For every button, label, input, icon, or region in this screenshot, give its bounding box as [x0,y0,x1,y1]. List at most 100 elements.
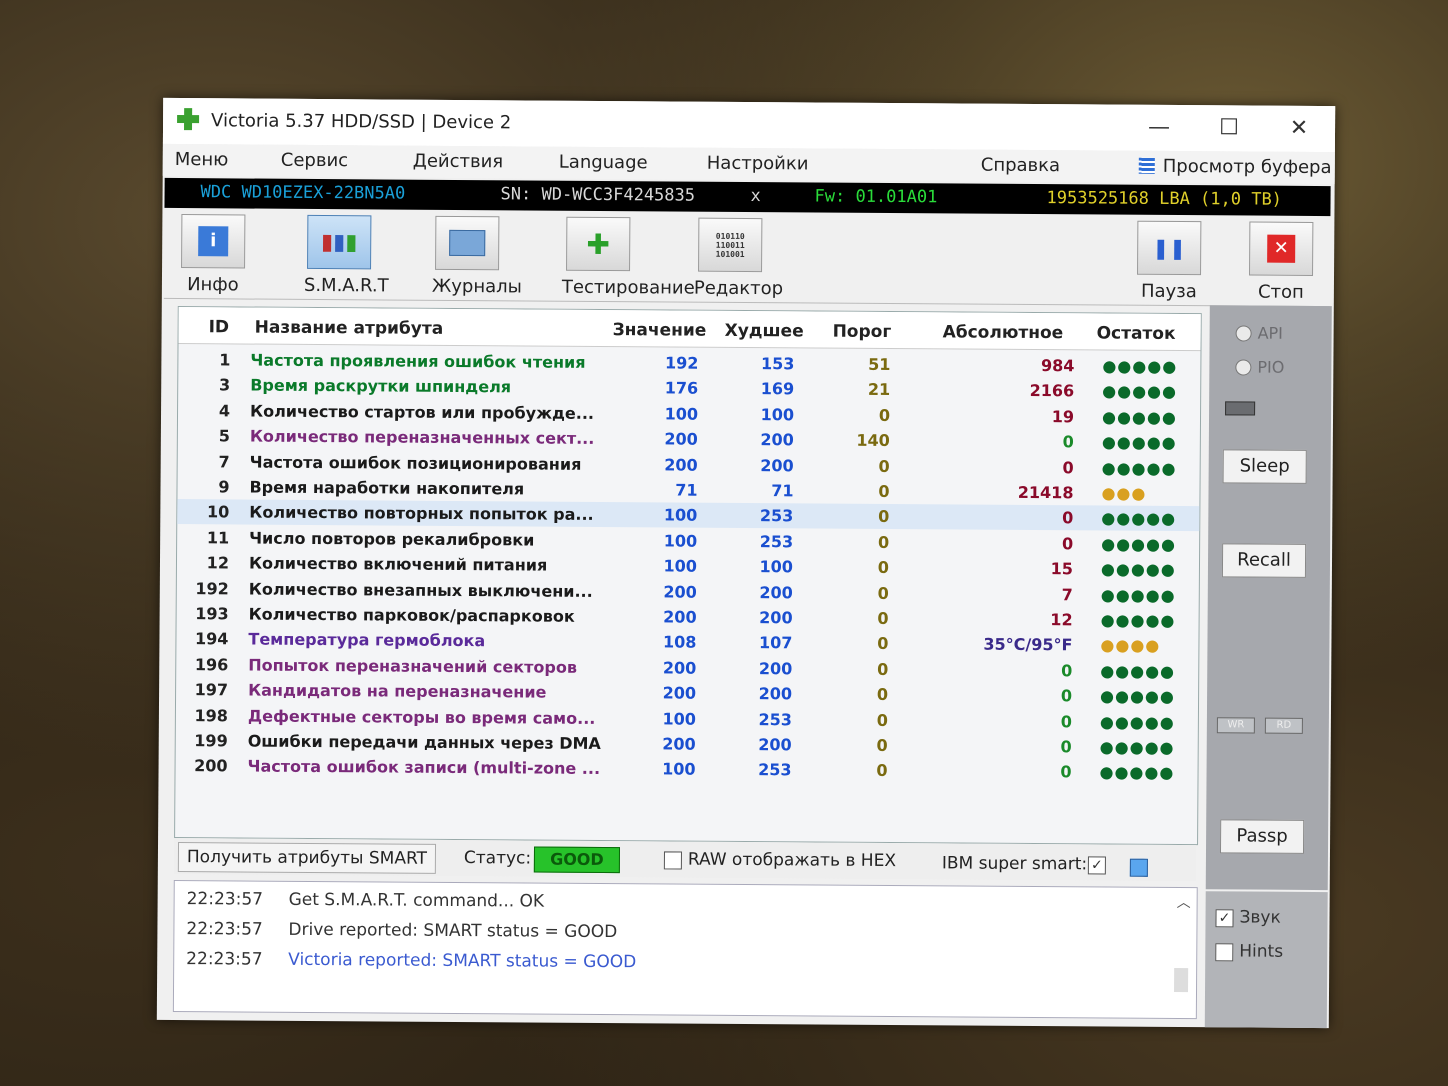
row-id: 194 [194,629,229,649]
row-worst: 169 [760,379,795,399]
info-button[interactable]: i Инфо [178,214,249,295]
row-threshold: 0 [877,608,889,628]
main-toolbar: i Инфо ▮ ▮ ▮ S.M.A.R.T Журналы ✚ Тестирова… [163,209,1331,308]
row-remaining: ●●●●● [1100,661,1176,681]
log-time: 22:23:57 [186,919,263,940]
menu-help[interactable]: Справка [981,155,1060,177]
row-id: 1 [219,350,231,370]
row-threshold: 0 [876,735,888,755]
row-raw: 984 [1040,356,1075,376]
testing-button[interactable]: ✚ Тестирование [562,216,695,299]
log-time: 22:23:57 [186,949,263,970]
ibm-smart-checkbox[interactable]: ✓ [1087,856,1106,875]
drive-x: x [750,186,761,207]
stop-button[interactable]: ✕ Стоп [1248,221,1315,303]
row-remaining: ●●●●● [1102,356,1178,377]
color-square-button[interactable] [1129,858,1148,877]
logs-label: Журналы [431,275,522,298]
menu-main[interactable]: Меню [175,149,229,170]
minimize-button[interactable]: — [1139,113,1179,143]
raw-hex-checkbox[interactable] [663,851,682,870]
menu-actions[interactable]: Действия [413,151,504,173]
row-remaining: ●●●●● [1102,381,1178,402]
log-time: 22:23:57 [186,889,264,910]
folder-icon [435,215,500,271]
row-id: 7 [218,451,230,471]
row-raw: 0 [1062,508,1074,528]
row-value: 200 [662,734,696,754]
row-value: 100 [664,404,699,424]
row-worst: 253 [759,506,794,526]
hints-checkbox[interactable] [1215,943,1234,962]
row-name: Частота проявления ошибок чтения [250,350,586,372]
maximize-button[interactable]: ☐ [1209,113,1249,143]
row-value: 100 [663,505,698,526]
smart-button[interactable]: ▮ ▮ ▮ S.M.A.R.T [304,214,389,296]
passp-button[interactable]: Passp [1219,819,1305,854]
sound-checkbox[interactable]: ✓ [1215,909,1234,928]
row-id: 9 [218,477,230,497]
row-value: 200 [663,582,697,602]
row-value: 100 [662,709,696,729]
event-log[interactable]: 22:23:57 Get S.M.A.R.T. command... OK 22:2… [172,880,1198,1020]
api-radio[interactable] [1235,325,1252,342]
victoria-window: Victoria 5.37 HDD/SSD | Device 2 — ☐ ✕ М… [156,97,1336,1029]
pio-radio[interactable] [1235,359,1252,376]
row-value: 100 [663,556,698,576]
logs-button[interactable]: Журналы [431,215,522,298]
row-threshold: 0 [878,456,890,476]
row-remaining: ●●●●● [1100,559,1176,580]
buffer-view-menu[interactable]: Просмотр буфера [1138,156,1332,178]
row-id: 11 [206,528,230,548]
row-remaining: ●●●●● [1099,737,1175,757]
row-threshold: 0 [876,685,889,705]
col-raw[interactable]: Абсолютное [943,322,1064,343]
row-raw: 0 [1060,762,1072,782]
row-worst: 200 [760,430,794,450]
row-id: 5 [218,426,230,446]
menu-language[interactable]: Language [559,152,648,174]
log-scrollbar[interactable] [1174,967,1189,993]
row-raw: 0 [1061,660,1073,681]
row-id: 3 [219,375,231,395]
row-remaining: ●●●●● [1100,686,1175,707]
sleep-button[interactable]: Sleep [1222,449,1307,484]
col-value[interactable]: Значение [613,320,707,341]
smart-attributes-table[interactable]: ID Название атрибута Значение Худшее Пор… [174,306,1202,846]
menu-settings[interactable]: Настройки [707,153,809,175]
col-name[interactable]: Название атрибута [255,318,444,339]
editor-button[interactable]: 010110 110011 101001 Редактор [693,217,784,300]
row-remaining: ●●●●● [1101,534,1177,554]
pause-button[interactable]: ❚❚ Пауза [1134,220,1205,302]
row-threshold: 0 [878,481,890,501]
log-line: 22:23:57 Victoria reported: SMART status … [186,949,636,972]
row-remaining: ●●●●● [1101,458,1177,478]
drive-serial: SN: WD-WCC3F4245835 [500,184,696,206]
row-worst: 200 [760,455,794,475]
wr-indicator: WR [1216,717,1255,734]
menu-service[interactable]: Сервис [281,150,348,171]
col-remaining[interactable]: Остаток [1097,323,1176,344]
row-remaining: ●●●●● [1101,432,1177,453]
row-value: 200 [662,683,697,703]
row-id: 197 [194,680,229,700]
get-smart-button[interactable]: Получить атрибуты SMART [177,842,437,874]
row-threshold: 0 [877,634,889,654]
recall-button[interactable]: Recall [1221,543,1307,578]
editor-label: Редактор [693,277,784,300]
close-button[interactable]: ✕ [1279,114,1319,144]
col-worst[interactable]: Худшее [725,321,804,342]
row-name: Кандидатов на переназначение [248,680,547,702]
row-worst: 200 [759,608,793,628]
col-id[interactable]: ID [209,317,230,337]
scroll-up-icon[interactable]: ︿ [1177,892,1191,912]
right-control-panel: API PIO Sleep Recall WR RD Passp [1205,305,1332,891]
row-threshold: 0 [877,532,890,552]
row-threshold: 0 [877,558,890,578]
log-message: Drive reported: SMART status = GOOD [288,919,618,943]
table-header: ID Название атрибута Значение Худшее Пор… [178,307,1201,352]
pause-icon: ❚❚ [1137,220,1202,276]
row-name: Число повторов рекалибровки [249,528,535,550]
col-threshold[interactable]: Порог [833,322,892,342]
row-raw: 0 [1060,737,1072,757]
